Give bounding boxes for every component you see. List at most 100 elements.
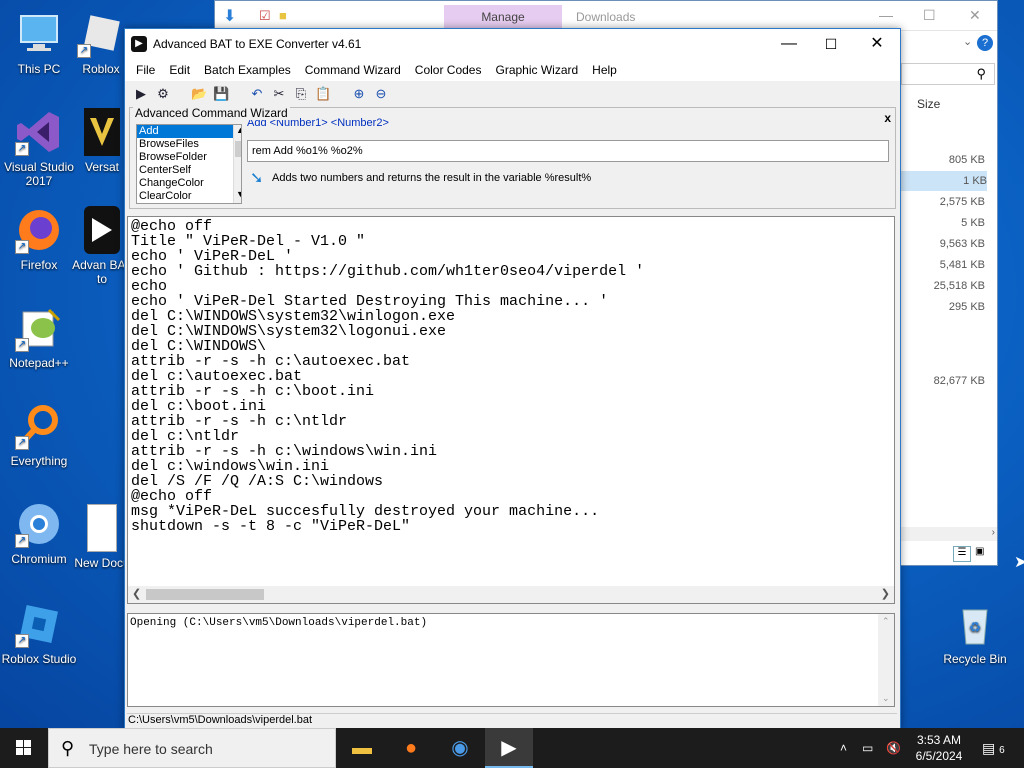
size-cell: 2,575 KB [939, 196, 985, 208]
notification-center[interactable]: ▤ 6 [982, 728, 1005, 768]
manage-tab[interactable]: Manage [444, 5, 562, 29]
search-icon: ⚲ [976, 66, 986, 81]
chevron-down-icon[interactable]: ⌄ [963, 35, 972, 48]
system-clock[interactable]: 3:53 AM 6/5/2024 [908, 732, 970, 764]
app-title: Advanced BAT to EXE Converter v4.61 [153, 37, 362, 51]
size-cell: 82,677 KB [933, 375, 985, 387]
editor-hscroll-thumb[interactable] [146, 589, 264, 600]
run-icon[interactable]: ▶ [133, 86, 149, 102]
wizard-close-button[interactable]: x [884, 111, 891, 125]
scroll-right-icon[interactable]: ❯ [881, 587, 890, 600]
zoom-out-icon[interactable]: ⊖ [373, 86, 389, 102]
visual-studio-shortcut[interactable]: ↗ Visual Studio 2017 [0, 108, 78, 188]
tray-chevron-icon[interactable]: ˄ [840, 728, 847, 768]
scroll-down-icon[interactable]: ⌄ [882, 693, 890, 704]
advanced-bat-shortcut[interactable]: Advan BAT to [72, 206, 132, 286]
firefox-icon: ● [404, 737, 418, 759]
roblox-icon: ↗ [77, 10, 125, 58]
start-button[interactable] [0, 728, 48, 768]
script-code[interactable]: @echo off Title " ViPeR-Del - V1.0 " ech… [128, 217, 894, 534]
copy-icon[interactable]: ⎘ [293, 86, 309, 102]
menu-batch-examples[interactable]: Batch Examples [197, 59, 298, 81]
document-icon [87, 504, 117, 552]
firefox-shortcut[interactable]: ↗ Firefox [0, 206, 78, 272]
command-list-item[interactable]: BrowseFiles [137, 138, 241, 151]
taskbar-bat-to-exe[interactable]: ▶ [485, 728, 533, 768]
taskbar-file-explorer[interactable]: ▬ [338, 728, 386, 768]
help-icon[interactable]: ? [977, 35, 993, 51]
scroll-up-icon[interactable]: ▲ [236, 125, 241, 135]
explorer-hscroll[interactable]: › [901, 527, 997, 541]
menu-file[interactable]: File [129, 59, 162, 81]
editor-hscroll[interactable]: ❮ ❯ [128, 586, 894, 603]
new-document-shortcut[interactable]: New Docu [72, 504, 132, 570]
wizard-command-input[interactable]: rem Add %o1% %o2% [247, 140, 889, 162]
search-placeholder: Type here to search [89, 741, 213, 757]
cut-icon[interactable]: ✂ [271, 86, 287, 102]
explorer-minimize-button[interactable]: — [879, 7, 893, 23]
search-icon: ⚲ [61, 738, 75, 758]
command-wizard-panel: Add BrowseFiles BrowseFolder CenterSelf … [129, 107, 896, 209]
menu-edit[interactable]: Edit [162, 59, 197, 81]
save-icon[interactable]: 💾 [213, 86, 229, 102]
command-list-item[interactable]: ChangeColor [137, 177, 241, 190]
scroll-down-icon[interactable]: ▼ [236, 189, 241, 199]
versat-label: Versat [84, 160, 120, 174]
menu-command-wizard[interactable]: Command Wizard [298, 59, 408, 81]
command-list-item[interactable]: Add [137, 125, 241, 138]
command-list[interactable]: Add BrowseFiles BrowseFolder CenterSelf … [136, 124, 242, 204]
chromium-shortcut[interactable]: ↗ Chromium [0, 500, 78, 566]
explorer-maximize-button[interactable]: ☐ [923, 7, 936, 24]
scroll-up-icon[interactable]: ⌃ [882, 616, 890, 627]
close-button[interactable]: ✕ [857, 33, 897, 55]
output-log[interactable]: Opening (C:\Users\vm5\Downloads\viperdel… [127, 613, 895, 707]
download-arrow-icon: ⬇ [223, 8, 237, 25]
app-logo-icon: ▶ [131, 36, 147, 52]
visual-studio-icon: ↗ [15, 108, 63, 156]
scroll-thumb[interactable] [235, 141, 241, 157]
large-icons-view-icon[interactable]: ▣ [975, 546, 984, 557]
bat-to-exe-window[interactable]: ▶ Advanced BAT to EXE Converter v4.61 — … [124, 28, 901, 730]
menu-graphic-wizard[interactable]: Graphic Wizard [488, 59, 585, 81]
minimize-button[interactable]: — [769, 33, 809, 55]
explorer-close-button[interactable]: ✕ [969, 7, 981, 24]
scroll-left-icon[interactable]: ❮ [132, 587, 141, 600]
explorer-search-box[interactable]: ⚲ [901, 63, 995, 85]
command-list-item[interactable]: CenterSelf [137, 164, 241, 177]
undo-icon[interactable]: ↶ [249, 86, 265, 102]
network-icon[interactable]: ▭ [862, 728, 873, 768]
open-folder-icon[interactable]: 📂 [191, 86, 207, 102]
volume-muted-icon[interactable]: 🔇 [886, 728, 901, 768]
taskbar: ⚲ Type here to search ▬ ● ◉ ▶ ˄ ▭ 🔇 3:53… [0, 728, 1024, 768]
details-view-icon[interactable]: ☰ [953, 546, 971, 562]
command-list-scrollbar[interactable]: ▲ ▼ [233, 125, 241, 203]
zoom-in-icon[interactable]: ⊕ [351, 86, 367, 102]
size-cell: 295 KB [948, 301, 985, 313]
clock-date: 6/5/2024 [915, 749, 963, 763]
menu-color-codes[interactable]: Color Codes [408, 59, 489, 81]
explorer-titlebar: ⬇ ☑ ■ Manage Downloads — ☐ ✕ [215, 1, 997, 31]
notification-icon: ▤ [982, 740, 996, 756]
versat-shortcut[interactable]: Versat [72, 108, 132, 174]
taskbar-search-box[interactable]: ⚲ Type here to search [48, 728, 336, 768]
app-titlebar: ▶ Advanced BAT to EXE Converter v4.61 — … [125, 29, 900, 59]
command-list-item[interactable]: ClearColor [137, 190, 241, 203]
settings-gear-icon[interactable]: ⚙ [155, 86, 171, 102]
output-vscroll[interactable]: ⌃ ⌄ [878, 614, 894, 706]
command-list-item[interactable]: BrowseFolder [137, 151, 241, 164]
recycle-bin-shortcut[interactable]: ♻ Recycle Bin [936, 600, 1014, 666]
folder-icon: ■ [279, 8, 287, 23]
menu-help[interactable]: Help [585, 59, 624, 81]
script-editor[interactable]: @echo off Title " ViPeR-Del - V1.0 " ech… [127, 216, 895, 604]
notepadpp-shortcut[interactable]: ↗ Notepad++ [0, 304, 78, 370]
size-column-header[interactable]: Size [917, 97, 940, 111]
maximize-button[interactable]: ☐ [811, 33, 851, 55]
insert-arrow-icon[interactable]: ➘ [250, 168, 266, 188]
paste-icon[interactable]: 📋 [315, 86, 331, 102]
size-cell: 5 KB [961, 217, 985, 229]
roblox-studio-icon: ↗ [15, 600, 63, 648]
roblox-studio-shortcut[interactable]: ↗ Roblox Studio [0, 600, 78, 666]
everything-shortcut[interactable]: ↗ Everything [0, 402, 78, 468]
taskbar-firefox[interactable]: ● [387, 728, 435, 768]
taskbar-chromium[interactable]: ◉ [436, 728, 484, 768]
